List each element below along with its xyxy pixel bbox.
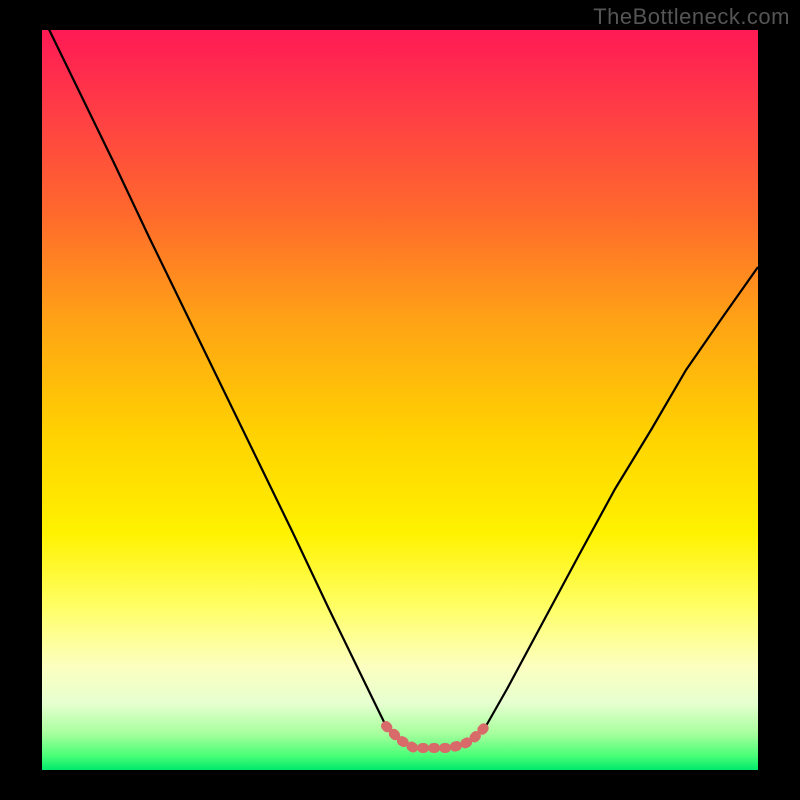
curve-layer [42, 30, 758, 770]
optimal-range-marker [386, 726, 486, 748]
bottleneck-curve [42, 30, 758, 748]
plot-area [42, 30, 758, 770]
chart-frame: TheBottleneck.com [0, 0, 800, 800]
watermark-text: TheBottleneck.com [593, 4, 790, 30]
